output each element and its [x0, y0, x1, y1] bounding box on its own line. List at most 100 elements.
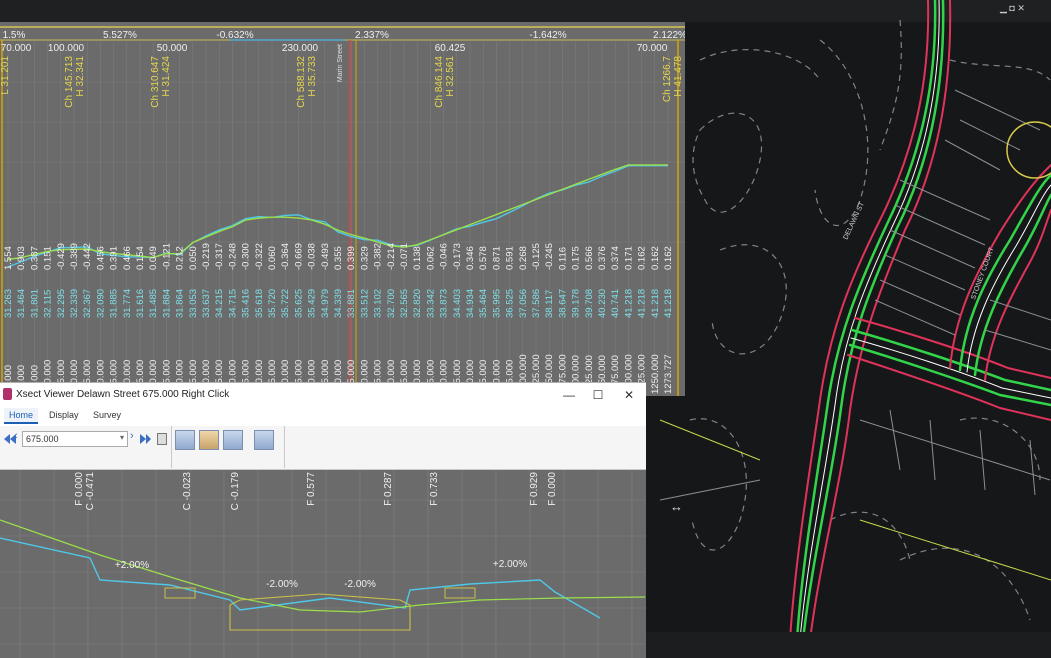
profile-design-level-label: 35.625 [293, 289, 304, 318]
xsect-cut-fill-label: C -0.179 [230, 472, 241, 511]
profile-design-level-label: 38.647 [557, 289, 568, 318]
profile-chart[interactable]: 1.5% 5.527% -0.632% 2.337% -1.642% 2.122% 70.… [0, 22, 685, 396]
profile-cut-fill-label: 0.116 [557, 247, 568, 270]
xsect-titlebar[interactable]: Xsect Viewer Delawn Street 675.000 Right… [0, 382, 646, 406]
xsect-grade-label: -2.00% [344, 579, 376, 590]
long-section-profile-panel[interactable]: 1.5% 5.527% -0.632% 2.337% -1.642% 2.122% 70.… [0, 22, 685, 396]
minimize-button[interactable]: — [558, 386, 580, 404]
profile-cut-fill-label: -0.248 [227, 243, 238, 270]
profile-cut-fill-label: 0.162 [637, 246, 648, 270]
profile-design-level-label: 32.090 [95, 289, 106, 318]
xsect-report-icon[interactable] [254, 430, 274, 450]
profile-station-label: 1273.727 [663, 354, 674, 394]
profile-vc-length-label: 70.000 [637, 43, 668, 54]
close-button[interactable]: ✕ [618, 386, 640, 404]
tab-home[interactable]: Home [4, 408, 39, 424]
profile-vc-length-label: 50.000 [157, 43, 188, 54]
app-window-controls[interactable]: ▁ ◘ ✕ [1000, 3, 1025, 14]
profile-design-level-label: 31.774 [122, 289, 133, 318]
profile-design-level-label: 33.102 [373, 289, 384, 318]
profile-design-level-label: 35.720 [267, 289, 278, 318]
profile-grade-label: -1.642% [529, 30, 566, 41]
profile-cut-fill-label: 0.138 [412, 246, 423, 270]
profile-design-level-label: 31.885 [109, 289, 120, 318]
profile-cut-fill-label: 0.050 [188, 246, 199, 270]
profile-cut-fill-label: 0.903 [16, 246, 27, 270]
profile-design-level-label: 32.820 [412, 289, 423, 318]
ribbon-separator [284, 426, 285, 468]
profile-design-level-label: 33.881 [346, 289, 357, 318]
profile-cut-fill-label: 0.162 [650, 246, 661, 270]
station-dropdown[interactable]: 675.000 ▾ [22, 431, 128, 447]
xsect-view-icon[interactable] [175, 430, 195, 450]
profile-design-level-label: 31.485 [148, 289, 159, 318]
profile-grade-label: -0.632% [216, 30, 253, 41]
profile-design-level-label: 33.873 [439, 289, 450, 318]
xsect-viewer-window[interactable]: Xsect Viewer Delawn Street 675.000 Right… [0, 382, 646, 658]
profile-cut-fill-label: 0.466 [122, 246, 133, 270]
profile-cut-fill-label: -0.669 [293, 243, 304, 270]
profile-ip-chainage: Ch 1266.7 [662, 56, 673, 103]
profile-design-level-label: 34.403 [452, 289, 463, 318]
profile-cut-fill-label: -0.219 [201, 243, 212, 270]
profile-cut-fill-label: -0.245 [544, 243, 555, 270]
tab-survey[interactable]: Survey [93, 410, 121, 420]
next-station-icon[interactable]: › [130, 430, 134, 442]
previous-station-icon[interactable]: ‹ [14, 430, 18, 442]
xsect-drawing: F 0.000 C -0.471 C -0.023 C -0.179 F 0.577 F … [0, 470, 646, 658]
profile-cut-fill-label: 0.060 [267, 246, 278, 270]
profile-design-level-label: 33.342 [425, 289, 436, 318]
station-value: 675.000 [26, 434, 59, 444]
profile-cut-fill-label: -0.125 [531, 243, 542, 270]
profile-design-level-label: 33.053 [188, 289, 199, 318]
tab-display[interactable]: Display [49, 410, 79, 420]
profile-design-level-label: 32.700 [386, 289, 397, 318]
xsect-layers-icon[interactable] [223, 430, 243, 450]
xsect-cut-fill-label: C -0.023 [182, 472, 193, 511]
profile-design-level-label: 34.979 [320, 289, 331, 318]
profile-cut-fill-label: -0.429 [56, 243, 67, 270]
profile-ip-chainage: Ch 145.713 [64, 56, 75, 108]
profile-design-level-label: 35.464 [478, 289, 489, 318]
profile-cut-fill-label: 0.591 [505, 246, 516, 270]
profile-cut-fill-label: 0.268 [518, 246, 529, 270]
profile-design-level-label: 37.586 [531, 289, 542, 318]
profile-cut-fill-label: -0.071 [399, 243, 410, 270]
xsect-canvas[interactable]: F 0.000 C -0.471 C -0.023 C -0.179 F 0.577 F … [0, 470, 646, 658]
profile-cut-fill-label: -0.300 [241, 243, 252, 270]
profile-design-level-label: 33.512 [359, 289, 370, 318]
profile-design-level-label: 31.801 [29, 289, 40, 318]
last-station-icon[interactable] [138, 433, 152, 445]
profile-design-level-label: 32.565 [399, 289, 410, 318]
xsect-cut-fill-label: F 0.287 [383, 472, 394, 506]
xsect-cut-fill-label: F 0.000 [547, 472, 558, 506]
profile-cut-fill-label: -0.382 [373, 243, 384, 270]
profile-design-level-label: 41.218 [663, 289, 674, 318]
profile-design-level-label: 32.339 [69, 289, 80, 318]
profile-cut-fill-label: 0.049 [148, 246, 159, 270]
profile-cut-fill-label: 1.554 [3, 246, 14, 270]
maximize-button[interactable]: ☐ [587, 386, 609, 404]
profile-vc-length-label: 100.000 [48, 43, 85, 54]
profile-design-level-label: 41.218 [637, 289, 648, 318]
profile-cut-fill-label: 0.387 [29, 246, 40, 270]
profile-cut-fill-label: -0.121 [161, 243, 172, 270]
profile-cut-fill-label: 0.456 [95, 246, 106, 270]
profile-ip-height: H 31.424 [161, 56, 172, 97]
profile-cut-fill-label: 0.374 [610, 246, 621, 270]
profile-cut-fill-label: -0.317 [214, 243, 225, 270]
profile-cut-fill-label: -0.364 [280, 243, 291, 270]
station-list-icon[interactable] [157, 433, 167, 445]
profile-design-level-label: 35.618 [254, 289, 265, 318]
profile-ip-height: H 35.733 [307, 56, 318, 97]
profile-design-level-label: 31.616 [135, 289, 146, 318]
profile-design-level-label: 31.864 [175, 289, 186, 318]
profile-cut-fill-label: 0.062 [425, 246, 436, 270]
xsect-cut-fill-label: F 0.577 [306, 472, 317, 506]
profile-cut-fill-label: 0.175 [571, 246, 582, 270]
profile-ip-chainage: Ch 310.647 [150, 56, 161, 108]
profile-design-level-label: 41.218 [650, 289, 661, 318]
xsect-profile-icon[interactable] [199, 430, 219, 450]
profile-cut-fill-label: 0.566 [584, 246, 595, 270]
profile-cut-fill-label: 0.399 [346, 246, 357, 270]
